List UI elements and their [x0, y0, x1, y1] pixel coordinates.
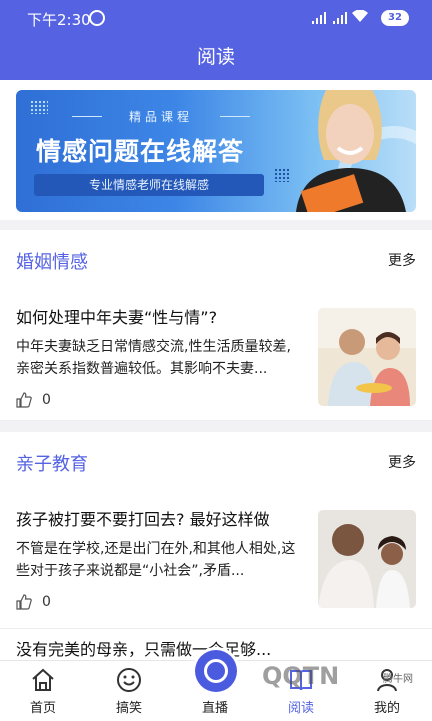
- wifi-icon: [352, 10, 368, 22]
- banner-area: 精品课程 情感问题在线解答 专业情感老师在线解感: [0, 80, 432, 220]
- promo-banner[interactable]: 精品课程 情感问题在线解答 专业情感老师在线解感: [16, 90, 416, 212]
- article-summary[interactable]: 中年夫妻缺乏日常情感交流,性生活质量较差,亲密关系指数普遍较低。其影响不夫妻..…: [16, 336, 296, 380]
- more-link[interactable]: 更多: [388, 250, 416, 270]
- watermark-site: 腾牛网: [383, 674, 413, 685]
- decorative-dots: [30, 100, 48, 114]
- section-header: 亲子教育 更多: [16, 438, 416, 488]
- like-count[interactable]: 0: [16, 392, 51, 408]
- divider: [0, 628, 432, 629]
- banner-headline: 情感问题在线解答: [36, 137, 245, 166]
- divider: [0, 420, 432, 421]
- thumbs-up-icon[interactable]: [16, 594, 32, 610]
- status-time: 下午2:30: [27, 11, 91, 29]
- signal-icon-2: [333, 12, 347, 24]
- like-number: 0: [42, 594, 51, 610]
- tab-label: 阅读: [287, 701, 314, 716]
- article-summary[interactable]: 不管是在学校,还是出门在外,和其他人相处,这些对于孩子来说都是“小社会”,矛盾.…: [16, 538, 296, 582]
- section-title: 婚姻情感: [16, 252, 88, 273]
- tab-label: 首页: [29, 701, 56, 716]
- thumbs-up-icon[interactable]: [16, 392, 32, 408]
- banner-kicker: 精品课程: [72, 108, 250, 125]
- page-title: 阅读: [0, 34, 432, 80]
- like-count[interactable]: 0: [16, 594, 51, 610]
- like-number: 0: [42, 392, 51, 408]
- tab-label: 搞笑: [115, 701, 142, 716]
- banner-subline: 专业情感老师在线解感: [34, 174, 264, 196]
- watermark-logo: QQTN: [262, 662, 340, 690]
- battery-icon: 32: [381, 10, 409, 26]
- alarm-icon: [89, 10, 105, 26]
- tab-funny[interactable]: 搞笑: [86, 661, 172, 721]
- more-link[interactable]: 更多: [388, 452, 416, 472]
- live-button[interactable]: [195, 650, 237, 692]
- home-icon: [32, 668, 54, 691]
- article-thumbnail[interactable]: [318, 510, 416, 608]
- tab-home[interactable]: 首页: [0, 661, 86, 721]
- article-title[interactable]: 没有完美的母亲，只需做一个足够...: [16, 636, 271, 660]
- status-bar: 下午2:30 32: [0, 0, 432, 34]
- section-header: 婚姻情感 更多: [16, 236, 416, 286]
- tab-label: 直播: [201, 701, 228, 716]
- tab-label: 我的: [373, 701, 400, 716]
- smile-icon: [117, 668, 141, 692]
- article-title[interactable]: 如何处理中年夫妻“性与情”?: [16, 304, 217, 328]
- section-parenting: 亲子教育 更多 孩子被打要不要打回去? 最好这样做 不管是在学校,还是出门在外,…: [0, 432, 432, 660]
- article-thumbnail[interactable]: [318, 308, 416, 406]
- article-title[interactable]: 孩子被打要不要打回去? 最好这样做: [16, 506, 270, 530]
- signal-icon: [312, 12, 326, 24]
- section-marriage: 婚姻情感 更多 如何处理中年夫妻“性与情”? 中年夫妻缺乏日常情感交流,性生活质…: [0, 230, 432, 420]
- section-title: 亲子教育: [16, 454, 88, 475]
- teacher-photo: [296, 90, 406, 212]
